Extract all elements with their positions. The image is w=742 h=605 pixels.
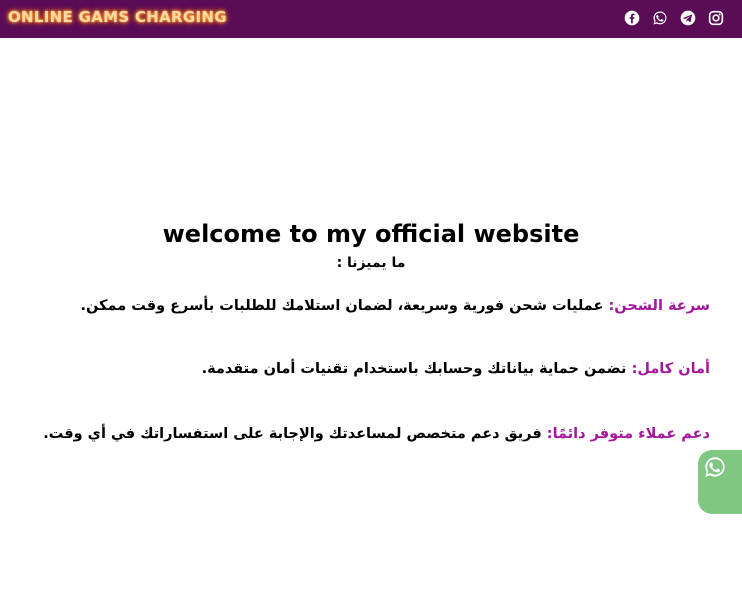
facebook-icon (624, 10, 640, 26)
social-links (624, 10, 724, 26)
whatsapp-link[interactable] (652, 10, 668, 26)
whatsapp-icon (653, 11, 667, 25)
feature-text: فريق دعم متخصص لمساعدتك والإجابة على است… (43, 426, 542, 442)
site-logo[interactable]: ONLINE GAMS CHARGING (8, 8, 227, 26)
facebook-link[interactable] (624, 10, 640, 26)
telegram-icon (680, 10, 696, 26)
whatsapp-icon (705, 457, 725, 477)
telegram-link[interactable] (680, 10, 696, 26)
instagram-icon (708, 10, 724, 26)
feature-speed: سرعة الشحن: عمليات شحن فورية وسريعة، لضم… (81, 298, 711, 314)
welcome-title: welcome to my official website (162, 220, 580, 248)
instagram-link[interactable] (708, 10, 724, 26)
feature-security: أمان كامل: نضمن حماية بياناتك وحسابك باس… (202, 361, 710, 377)
feature-text: نضمن حماية بياناتك وحسابك باستخدام تقنيا… (201, 361, 627, 377)
feature-title: أمان كامل: (631, 361, 710, 377)
feature-title: دعم عملاء متوفر دائمًا: (546, 426, 710, 442)
feature-text: عمليات شحن فورية وسريعة، لضمان استلامك ل… (80, 298, 604, 314)
whatsapp-float-button[interactable] (698, 450, 742, 514)
feature-support: دعم عملاء متوفر دائمًا: فريق دعم متخصص ل… (43, 426, 710, 442)
features-subtitle: ما يميزنا : (336, 255, 406, 271)
top-navbar: ONLINE GAMS CHARGING (0, 0, 742, 38)
feature-title: سرعة الشحن: (608, 298, 711, 314)
